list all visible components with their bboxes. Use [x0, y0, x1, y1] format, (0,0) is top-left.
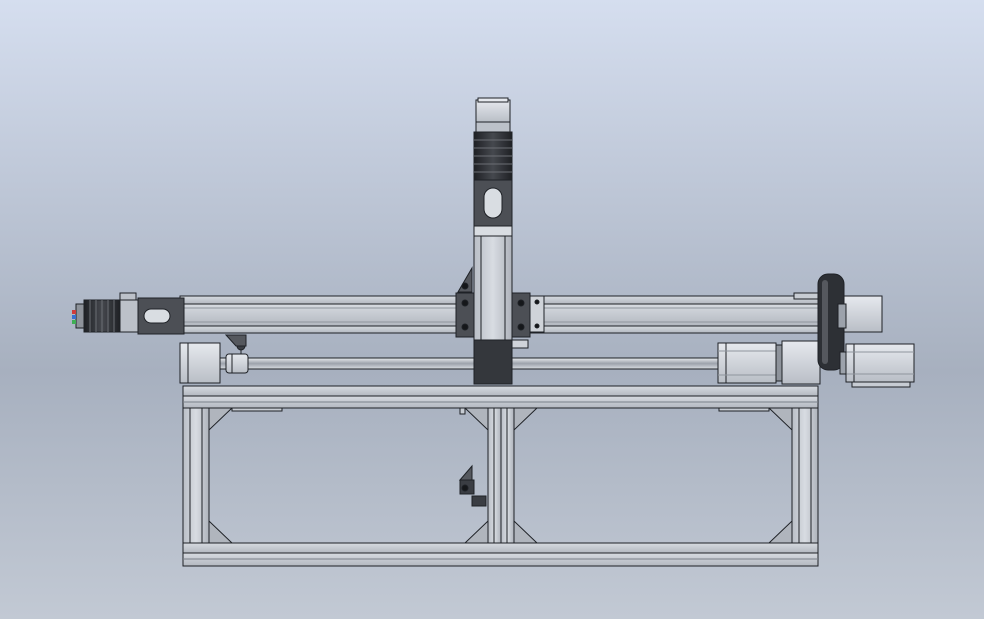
z-axis-column: [473, 225, 513, 341]
screw-nut-left: [225, 353, 249, 374]
gantry-drawing: [0, 0, 984, 619]
z-motor-cap: [475, 99, 511, 123]
coupler-left: [119, 299, 139, 333]
servo-flange-right: [781, 340, 821, 385]
servo-motor-right: [717, 342, 777, 384]
lead-screw-rod: [217, 357, 727, 370]
frame-right-post: [791, 407, 819, 544]
motor-endcap-left: [75, 303, 85, 329]
spindle-motor-lower: [845, 343, 915, 383]
frame-left-post: [182, 407, 210, 544]
left-bearing-block: [179, 342, 221, 384]
spindle-motor-upper: [843, 295, 883, 333]
z-motor-coupler: [475, 121, 511, 133]
carriage-nut-block: [473, 339, 513, 385]
motor-slot-left: [143, 308, 171, 324]
cad-viewport[interactable]: [0, 0, 984, 619]
frame-top-rail: [182, 385, 819, 397]
z-motor-slot: [483, 187, 503, 219]
frame-bottom-rail: [182, 542, 819, 554]
